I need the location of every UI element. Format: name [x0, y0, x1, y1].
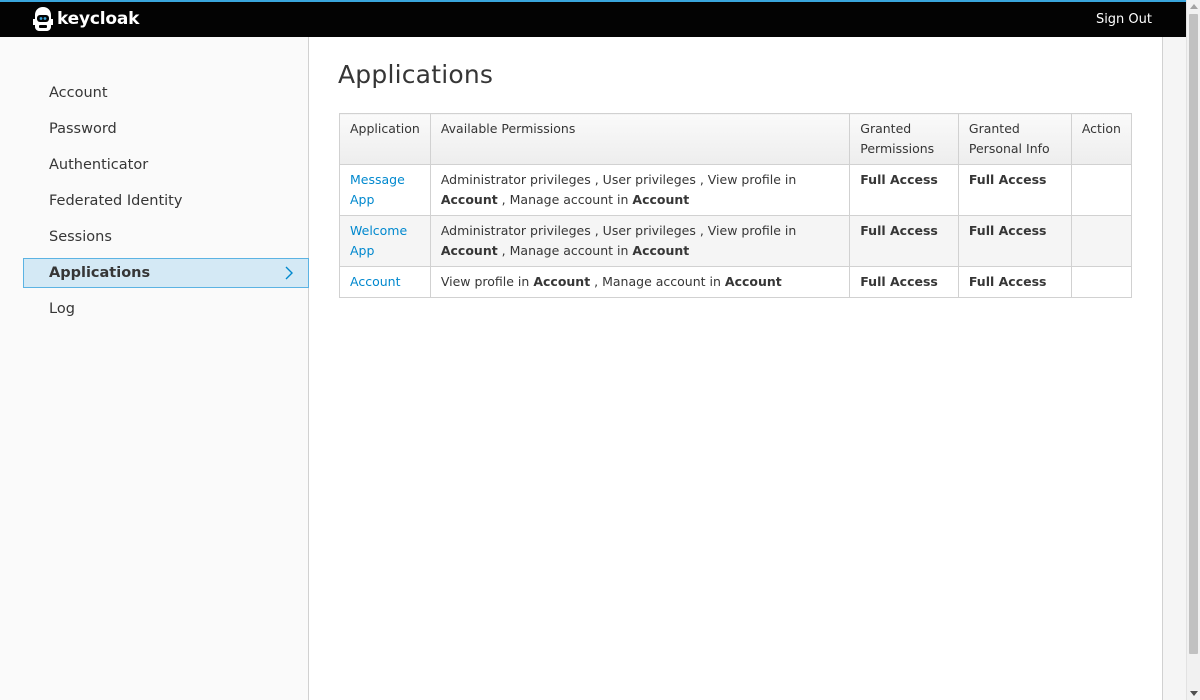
granted-personal-info-cell: Full Access: [957, 215, 1072, 267]
application-cell: Account: [339, 266, 431, 298]
permission-text: Manage account in: [602, 274, 721, 289]
sidebar-item-label: Sessions: [49, 229, 112, 245]
column-header-application: Application: [339, 113, 431, 165]
right-gutter: [1162, 37, 1186, 700]
applications-table: Application Available Permissions Granted …: [339, 113, 1133, 298]
vertical-scrollbar[interactable]: [1186, 0, 1200, 700]
sidebar: Account Password Authenticator Federated Id…: [0, 37, 309, 700]
sign-out-link[interactable]: Sign Out: [1096, 12, 1152, 27]
permission-client: Account: [724, 274, 782, 289]
column-header-action: Action: [1070, 113, 1133, 165]
action-cell: [1070, 215, 1133, 267]
sidebar-item-applications[interactable]: Applications: [23, 258, 309, 288]
permission-client: Account: [440, 243, 498, 258]
sidebar-item-account[interactable]: Account: [23, 78, 309, 108]
sidebar-item-label: Password: [49, 121, 117, 137]
brand-name: keycloak: [57, 9, 140, 29]
scroll-up-arrow-icon[interactable]: [1190, 4, 1198, 9]
sidebar-item-authenticator[interactable]: Authenticator: [23, 150, 309, 180]
table-header-row: Application Available Permissions Granted …: [339, 113, 1133, 165]
action-cell: [1070, 164, 1133, 216]
permission-client: Account: [632, 192, 690, 207]
permission-text: Manage account in: [509, 243, 629, 258]
application-link[interactable]: Message App: [350, 172, 405, 207]
sidebar-item-label: Account: [49, 85, 108, 101]
sidebar-item-log[interactable]: Log: [23, 294, 309, 324]
permission-text: View profile in: [707, 172, 797, 187]
keycloak-logo-icon: [33, 7, 53, 31]
column-header-granted-permissions: Granted Permissions: [849, 113, 959, 165]
column-header-available-permissions: Available Permissions: [429, 113, 851, 165]
sidebar-nav: Account Password Authenticator Federated Id…: [23, 78, 309, 330]
sidebar-item-federated-identity[interactable]: Federated Identity: [23, 186, 309, 216]
sidebar-item-label: Log: [49, 301, 75, 317]
permission-text: Administrator privileges: [440, 172, 591, 187]
table-body: Message App Administrator privileges , Us…: [339, 164, 1133, 298]
permission-client: Account: [632, 243, 690, 258]
granted-permissions-cell: Full Access: [849, 215, 959, 267]
application-cell: Message App: [339, 164, 431, 216]
available-permissions-cell: Administrator privileges , User privileg…: [429, 215, 851, 267]
granted-personal-info-cell: Full Access: [957, 164, 1072, 216]
permission-text: Manage account in: [509, 192, 629, 207]
sidebar-item-password[interactable]: Password: [23, 114, 309, 144]
permission-text: Administrator privileges: [440, 223, 591, 238]
sidebar-item-label: Applications: [49, 265, 151, 281]
table-row: Account View profile in Account , Manage …: [339, 266, 1133, 298]
permission-client: Account: [440, 192, 498, 207]
sidebar-item-label: Federated Identity: [49, 193, 183, 209]
granted-permissions-cell: Full Access: [849, 164, 959, 216]
sidebar-item-sessions[interactable]: Sessions: [23, 222, 309, 252]
scroll-thumb[interactable]: [1189, 14, 1198, 654]
table-row: Message App Administrator privileges , Us…: [339, 164, 1133, 216]
granted-personal-info-cell: Full Access: [957, 266, 1072, 298]
scroll-down-arrow-icon[interactable]: [1190, 691, 1198, 696]
permission-text: User privileges: [602, 172, 696, 187]
column-header-granted-personal-info: Granted Personal Info: [957, 113, 1072, 165]
permission-text: View profile in: [707, 223, 797, 238]
permission-client: Account: [533, 274, 591, 289]
available-permissions-cell: Administrator privileges , User privileg…: [429, 164, 851, 216]
chevron-right-icon: [285, 266, 293, 280]
granted-permissions-cell: Full Access: [849, 266, 959, 298]
sidebar-item-label: Authenticator: [49, 157, 149, 173]
main-content: Applications Application Available Permis…: [309, 37, 1162, 700]
table-row: Welcome App Administrator privileges , Us…: [339, 215, 1133, 267]
top-navbar: keycloak Sign Out: [0, 0, 1186, 37]
application-link[interactable]: Account: [350, 274, 400, 289]
permission-text: User privileges: [602, 223, 696, 238]
application-link[interactable]: Welcome App: [350, 223, 407, 258]
permission-text: View profile in: [440, 274, 530, 289]
brand-logo[interactable]: keycloak: [32, 5, 139, 33]
application-cell: Welcome App: [339, 215, 431, 267]
action-cell: [1070, 266, 1133, 298]
page-title: Applications: [338, 60, 494, 89]
available-permissions-cell: View profile in Account , Manage account…: [429, 266, 851, 298]
